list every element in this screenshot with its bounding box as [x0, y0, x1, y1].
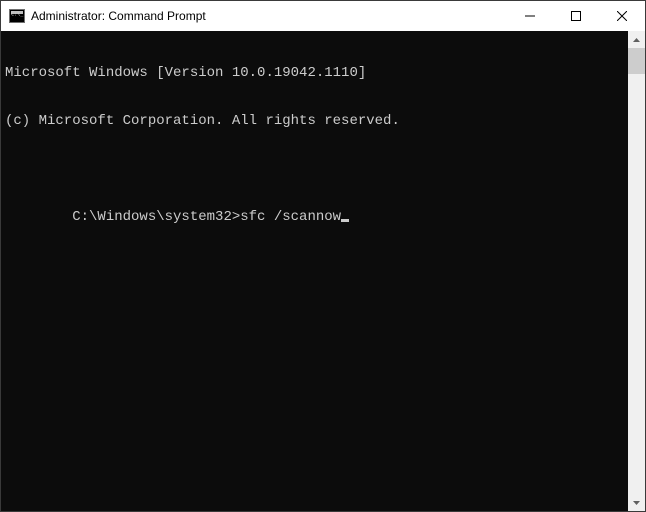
titlebar[interactable]: Administrator: Command Prompt	[1, 1, 645, 31]
cmd-window: Administrator: Command Prompt Microsoft …	[0, 0, 646, 512]
maximize-button[interactable]	[553, 1, 599, 31]
scroll-thumb[interactable]	[628, 48, 645, 74]
scroll-down-button[interactable]	[628, 494, 645, 511]
window-title: Administrator: Command Prompt	[31, 9, 206, 23]
close-icon	[617, 11, 627, 21]
maximize-icon	[571, 11, 581, 21]
arrow-up-icon	[633, 38, 640, 42]
cmd-icon	[9, 9, 25, 23]
minimize-icon	[525, 11, 535, 21]
terminal-line: Microsoft Windows [Version 10.0.19042.11…	[5, 65, 624, 81]
command-input[interactable]: sfc /scannow	[240, 209, 341, 225]
window-controls	[507, 1, 645, 31]
vertical-scrollbar[interactable]	[628, 31, 645, 511]
arrow-down-icon	[633, 501, 640, 505]
text-cursor	[341, 219, 349, 222]
scroll-up-button[interactable]	[628, 31, 645, 48]
prompt-path: C:\Windows\system32>	[72, 209, 240, 225]
minimize-button[interactable]	[507, 1, 553, 31]
title-area: Administrator: Command Prompt	[1, 9, 507, 23]
client-area: Microsoft Windows [Version 10.0.19042.11…	[1, 31, 645, 511]
close-button[interactable]	[599, 1, 645, 31]
scroll-track[interactable]	[628, 48, 645, 494]
terminal-line: (c) Microsoft Corporation. All rights re…	[5, 113, 624, 129]
terminal[interactable]: Microsoft Windows [Version 10.0.19042.11…	[1, 31, 628, 511]
terminal-prompt-line: C:\Windows\system32>sfc /scannow	[5, 193, 624, 241]
